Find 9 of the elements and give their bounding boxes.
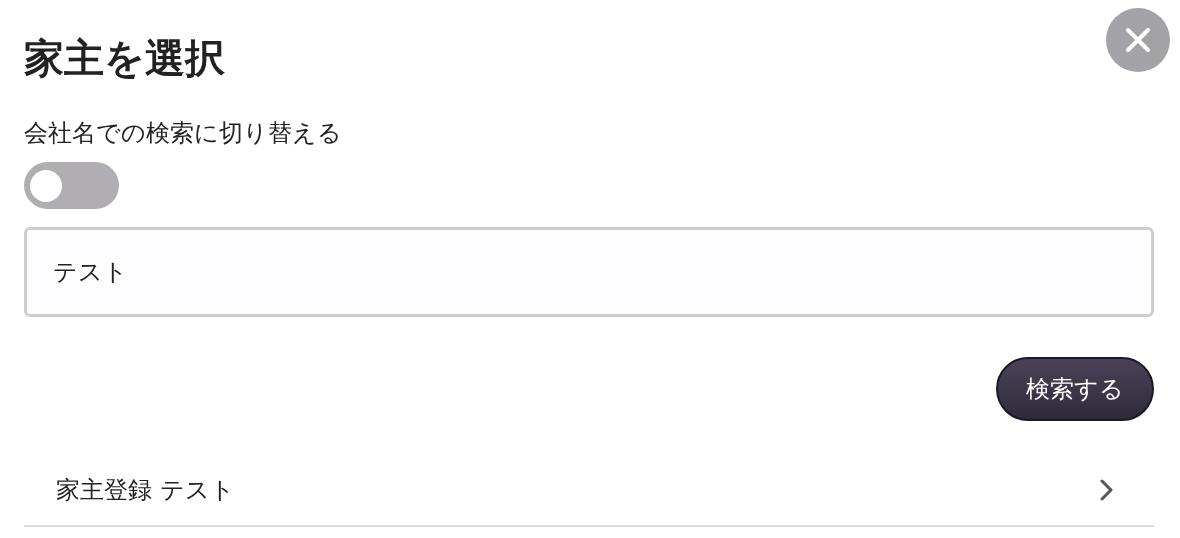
result-label: 家主登録 テスト	[56, 475, 235, 506]
search-field[interactable]: テスト	[24, 227, 1154, 317]
dialog-title: 家主を選択	[24, 34, 225, 83]
result-row[interactable]: 家主登録 テスト	[24, 455, 1154, 527]
chevron-right-icon	[1100, 479, 1114, 501]
close-icon	[1125, 27, 1151, 53]
toggle-label: 会社名での検索に切り替える	[24, 118, 342, 149]
toggle-switch[interactable]	[24, 162, 119, 209]
search-button[interactable]: 検索する	[996, 357, 1154, 421]
